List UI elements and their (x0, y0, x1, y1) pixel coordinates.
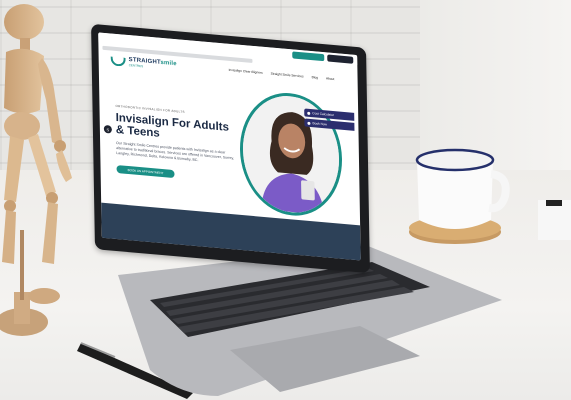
scene: STRAIGHTsmile CENTRES Invisalign Clear A… (0, 0, 571, 400)
book-appointment-button[interactable]: BOOK AN APPOINTMENT (116, 165, 175, 179)
website-viewport: STRAIGHTsmile CENTRES Invisalign Clear A… (98, 32, 361, 261)
laptop-screen: STRAIGHTsmile CENTRES Invisalign Clear A… (91, 23, 370, 274)
nav-item-about[interactable]: About (326, 76, 334, 81)
nav-item-services[interactable]: Straight Smile Services (271, 72, 304, 79)
main-nav: Invisalign Clear Aligners Straight Smile… (229, 68, 335, 81)
hero-headline: Invisalign For Adults & Teens (115, 111, 230, 140)
smile-logo-icon (110, 55, 126, 67)
calculator-icon (307, 111, 311, 115)
calendar-icon (307, 121, 311, 125)
top-bar-secondary-button[interactable] (327, 53, 354, 64)
top-bar-primary-button[interactable] (292, 50, 325, 61)
side-badge-icon[interactable]: S (103, 124, 112, 134)
logo[interactable]: STRAIGHTsmile CENTRES (110, 55, 177, 71)
footer-band (101, 202, 361, 261)
nav-item-invisalign[interactable]: Invisalign Clear Aligners (229, 68, 263, 75)
hero-portrait (238, 88, 344, 220)
book-now-label: Book Now (312, 121, 327, 127)
nav-item-blog[interactable]: Blog (312, 75, 318, 80)
hero-section: ORTHODONTIC INVISALIGN FOR ADULTS Invisa… (115, 104, 236, 184)
cost-calculator-label: Cost Calculator (312, 111, 335, 118)
